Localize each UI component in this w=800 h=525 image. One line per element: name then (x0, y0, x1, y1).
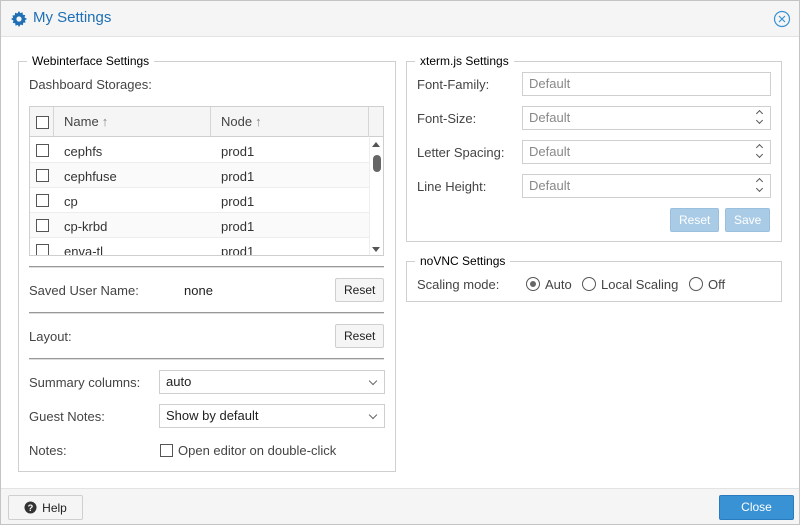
summary-columns-value: auto (166, 374, 192, 389)
cell-name: cephfs (64, 144, 103, 159)
help-icon: ? (24, 500, 37, 514)
novnc-settings-legend: noVNC Settings (420, 254, 506, 268)
webinterface-settings-legend: Webinterface Settings (32, 54, 150, 68)
select-all-cell (30, 107, 54, 137)
cell-name: enva-tl (64, 244, 104, 256)
radio-local-scaling[interactable] (582, 277, 596, 291)
saved-user-name-label: Saved User Name: (29, 283, 139, 298)
row-checkbox[interactable] (36, 169, 49, 182)
gear-icon (11, 11, 27, 27)
letter-spacing-value: Default (529, 144, 571, 159)
scroll-up-icon[interactable] (372, 142, 380, 147)
font-size-value: Default (529, 110, 571, 125)
dashboard-storages-label: Dashboard Storages: (29, 77, 152, 92)
cell-node: prod1 (221, 219, 255, 234)
cell-node: prod1 (221, 194, 255, 209)
guest-notes-label: Guest Notes: (29, 409, 105, 424)
table-row[interactable]: cp-krbd prod1 (30, 213, 369, 238)
radio-auto[interactable] (526, 277, 540, 291)
spinner-down-icon[interactable] (755, 116, 764, 125)
svg-text:?: ? (28, 502, 34, 512)
letter-spacing-label: Letter Spacing: (417, 145, 505, 160)
open-editor-checkbox[interactable] (160, 444, 173, 457)
sort-asc-icon: ↑ (101, 114, 109, 129)
layout-label: Layout: (29, 329, 72, 344)
font-size-field[interactable]: Default (522, 106, 771, 130)
column-header-name[interactable]: Name ↑ (54, 107, 211, 137)
line-height-value: Default (529, 178, 571, 193)
sort-asc-icon: ↑ (255, 114, 262, 129)
help-button-label: Help (42, 500, 67, 515)
reset-username-button[interactable]: Reset (335, 278, 384, 302)
letter-spacing-field[interactable]: Default (522, 140, 771, 164)
summary-columns-label: Summary columns: (29, 375, 141, 390)
radio-off-label: Off (708, 277, 726, 292)
scroll-thumb[interactable] (373, 155, 381, 172)
table-row[interactable]: cephfuse prod1 (30, 163, 369, 188)
help-button[interactable]: ? Help (8, 495, 83, 520)
open-editor-label: Open editor on double-click (178, 443, 337, 458)
grid-body: cephfs prod1 cephfuse prod1 cp prod1 cp-… (30, 138, 369, 256)
cell-node: prod1 (221, 144, 255, 159)
saved-user-name-value: none (184, 283, 213, 298)
my-settings-dialog: My Settings Webinterface Settings Dashbo… (0, 0, 800, 525)
cell-name: cp-krbd (64, 219, 108, 234)
summary-columns-select[interactable]: auto (159, 370, 385, 394)
spinner-down-icon[interactable] (755, 184, 764, 193)
column-header-name-label: Name (64, 114, 99, 129)
font-family-field[interactable]: Default (522, 72, 771, 96)
scroll-down-icon[interactable] (372, 247, 380, 252)
divider (29, 266, 384, 268)
scaling-mode-label: Scaling mode: (417, 277, 500, 292)
grid-scrollbar[interactable] (369, 138, 383, 255)
line-height-label: Line Height: (417, 179, 487, 194)
table-row[interactable]: cp prod1 (30, 188, 369, 213)
divider (29, 312, 384, 314)
select-all-checkbox[interactable] (36, 116, 49, 129)
grid-header: Name ↑ Node ↑ (30, 107, 383, 137)
reset-layout-button[interactable]: Reset (335, 324, 384, 348)
guest-notes-select[interactable]: Show by default (159, 404, 385, 428)
cell-node: prod1 (221, 244, 255, 256)
xterm-save-button[interactable]: Save (725, 208, 770, 232)
cell-name: cephfuse (64, 169, 117, 184)
radio-off[interactable] (689, 277, 703, 291)
line-height-field[interactable]: Default (522, 174, 771, 198)
row-checkbox[interactable] (36, 144, 49, 157)
notes-label: Notes: (29, 443, 67, 458)
title-bar: My Settings (1, 1, 799, 37)
font-family-label: Font-Family: (417, 77, 490, 92)
chevron-down-icon[interactable] (368, 376, 378, 386)
xterm-reset-button[interactable]: Reset (670, 208, 719, 232)
chevron-down-icon[interactable] (368, 410, 378, 420)
spinner-down-icon[interactable] (755, 150, 764, 159)
dialog-title: My Settings (33, 9, 112, 26)
cell-node: prod1 (221, 169, 255, 184)
cell-name: cp (64, 194, 78, 209)
font-size-label: Font-Size: (417, 111, 477, 126)
row-checkbox[interactable] (36, 219, 49, 232)
radio-auto-label: Auto (545, 277, 572, 292)
row-checkbox[interactable] (36, 244, 49, 255)
divider (29, 358, 384, 360)
storage-grid: Name ↑ Node ↑ cephfs prod1 cephfuse prod1 … (29, 106, 384, 256)
close-button[interactable]: Close (719, 495, 794, 520)
table-row[interactable]: cephfs prod1 (30, 138, 369, 163)
row-checkbox[interactable] (36, 194, 49, 207)
xterm-settings-legend: xterm.js Settings (420, 54, 509, 68)
table-row[interactable]: enva-tl prod1 (30, 238, 369, 256)
column-header-node-label: Node (221, 114, 253, 129)
column-header-node[interactable]: Node ↑ (211, 107, 369, 137)
radio-local-scaling-label: Local Scaling (601, 277, 679, 292)
guest-notes-value: Show by default (166, 408, 259, 423)
close-icon[interactable] (773, 10, 791, 28)
dialog-footer: ? Help Close (1, 488, 799, 524)
